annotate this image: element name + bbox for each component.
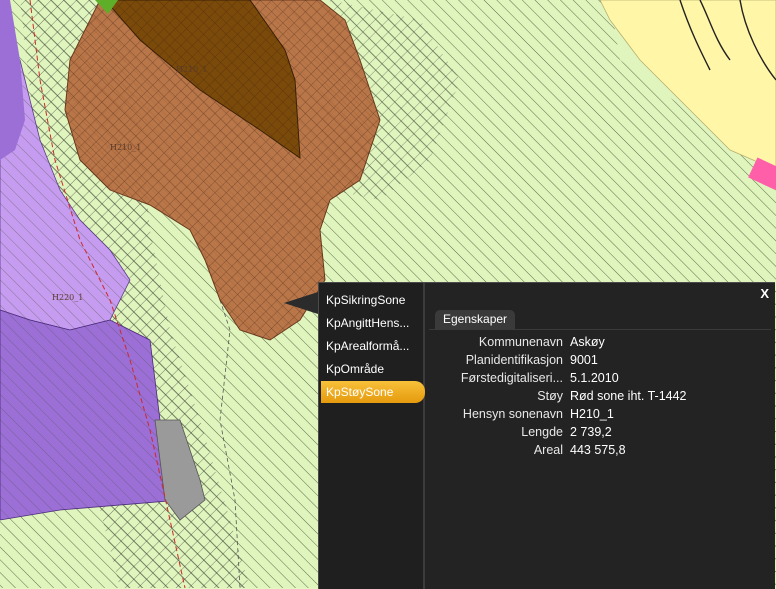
property-row: Hensyn sonenavn H210_1 (425, 405, 775, 423)
layer-list: KpSikringSone KpAngittHens... KpArealfor… (319, 283, 425, 589)
zone-label-a: H210_1 (176, 65, 207, 74)
layer-item-kparealformal[interactable]: KpArealformå... (321, 335, 425, 357)
property-row: Kommunenavn Askøy (425, 333, 775, 351)
property-key: Areal (533, 443, 563, 457)
property-key: Førstedigitaliseri... (460, 371, 563, 385)
property-key: Hensyn sonenavn (462, 407, 563, 421)
property-value: 2 739,2 (570, 425, 612, 439)
zone-label-b: H210_1 (110, 143, 141, 152)
property-value: Askøy (570, 335, 605, 349)
property-value: 5.1.2010 (570, 371, 619, 385)
property-key: Støy (537, 389, 563, 403)
feature-info-popup: KpSikringSone KpAngittHens... KpArealfor… (318, 282, 775, 589)
popup-pointer (284, 292, 318, 314)
property-key: Planidentifikasjon (465, 353, 563, 367)
tab-egenskaper[interactable]: Egenskaper (435, 310, 516, 329)
property-value: Rød sone iht. T-1442 (570, 389, 687, 403)
layer-item-kpangitthensyn[interactable]: KpAngittHens... (321, 312, 425, 334)
property-key: Lengde (521, 425, 563, 439)
property-row: Støy Rød sone iht. T-1442 (425, 387, 775, 405)
close-button[interactable]: X (760, 286, 769, 301)
property-value: H210_1 (570, 407, 614, 421)
property-key: Kommunenavn (478, 335, 563, 349)
property-row: Førstedigitaliseri... 5.1.2010 (425, 369, 775, 387)
property-row: Lengde 2 739,2 (425, 423, 775, 441)
property-value: 9001 (570, 353, 598, 367)
tab-divider (429, 329, 771, 330)
layer-item-kpomrade[interactable]: KpOmråde (321, 358, 425, 380)
property-row: Areal 443 575,8 (425, 441, 775, 459)
layer-item-kpsikringsone[interactable]: KpSikringSone (321, 289, 425, 311)
property-row: Planidentifikasjon 9001 (425, 351, 775, 369)
zone-label-c: H220_1 (52, 293, 83, 302)
layer-item-kpstoysone[interactable]: KpStøySone (321, 381, 425, 403)
property-value: 443 575,8 (570, 443, 626, 457)
